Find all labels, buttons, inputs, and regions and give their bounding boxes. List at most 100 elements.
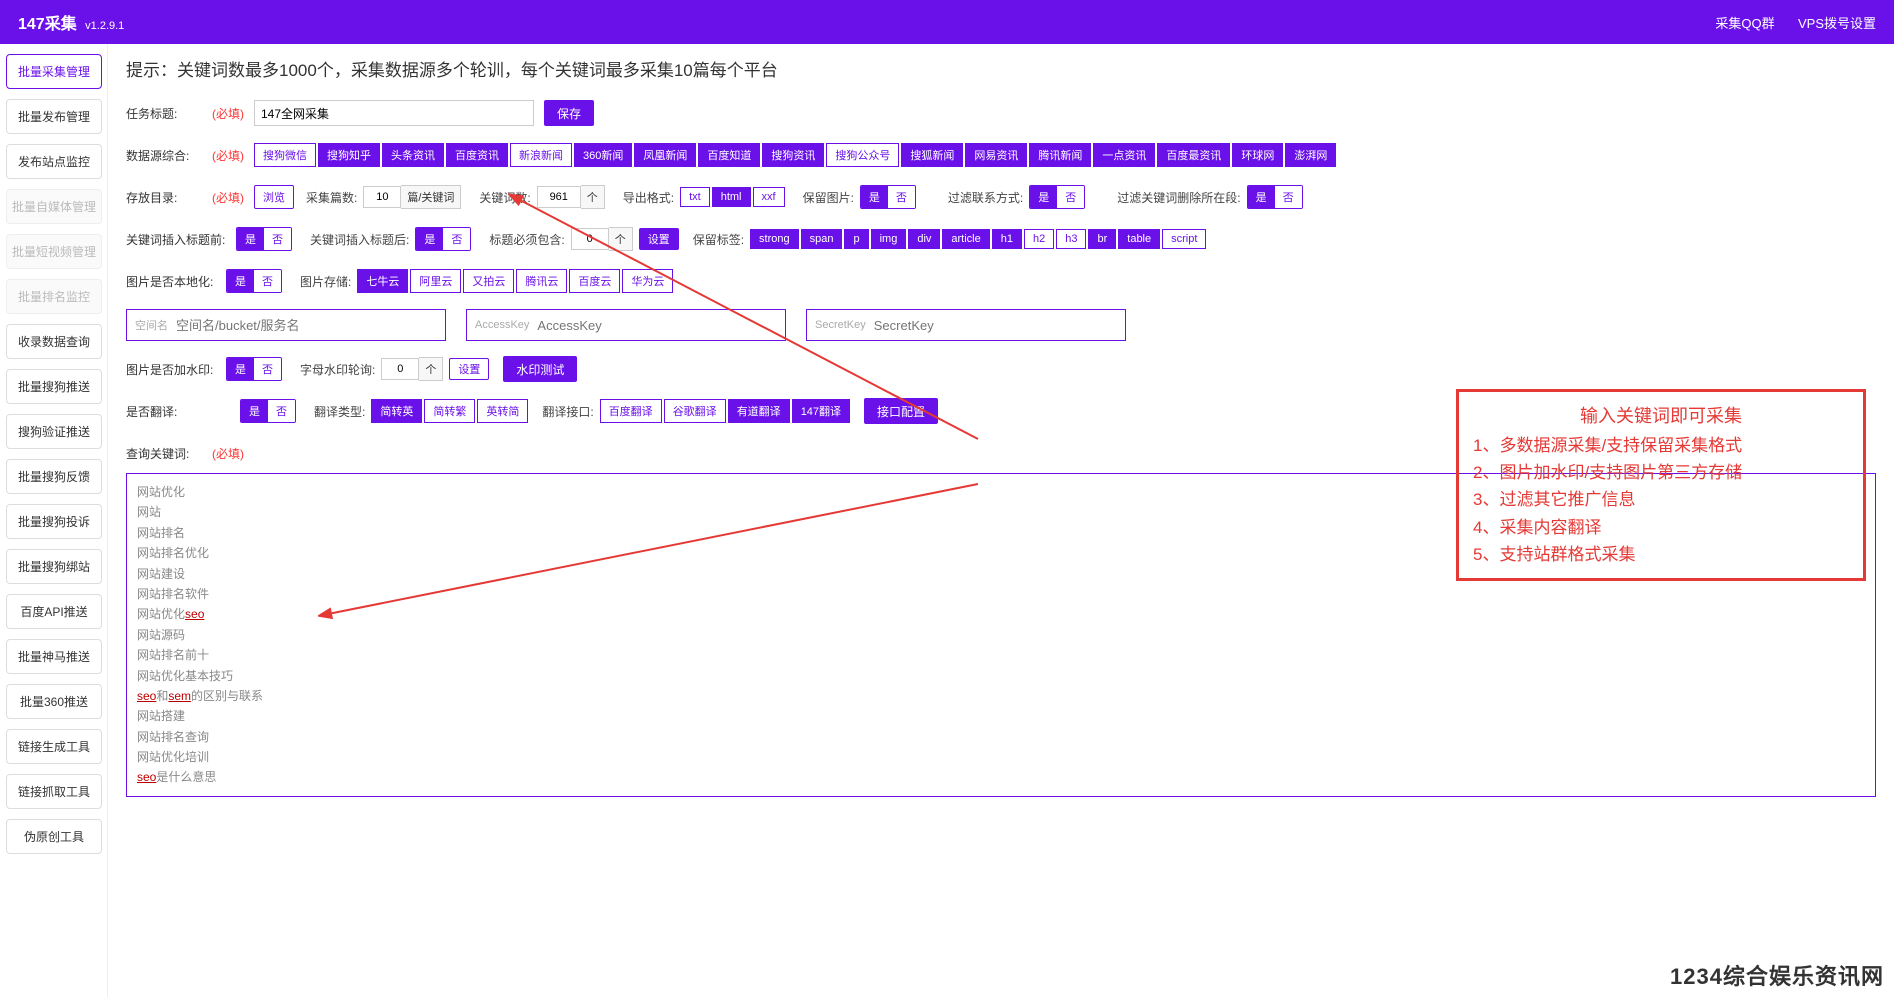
export-tag-1[interactable]: html: [712, 187, 751, 207]
source-tag-7[interactable]: 百度知道: [698, 143, 760, 167]
transapi-tag-2[interactable]: 有道翻译: [728, 399, 790, 423]
source-tag-11[interactable]: 网易资讯: [965, 143, 1027, 167]
label-query-kw: 查询关键词:: [126, 445, 208, 462]
sidebar-item-11[interactable]: 批量搜狗绑站: [6, 549, 102, 584]
imgstore-tag-0[interactable]: 七牛云: [357, 269, 408, 293]
ak-input[interactable]: [537, 318, 777, 333]
sidebar-item-13[interactable]: 批量神马推送: [6, 639, 102, 674]
toggle-insert-before[interactable]: 是否: [236, 227, 292, 251]
topbar-right: 采集QQ群 VPS拨号设置: [1695, 13, 1876, 32]
keeptag-1[interactable]: span: [801, 229, 843, 249]
sidebar-item-16[interactable]: 链接抓取工具: [6, 774, 102, 809]
save-button[interactable]: 保存: [544, 100, 594, 126]
rotation-set[interactable]: 设置: [449, 358, 489, 380]
sidebar-item-17[interactable]: 伪原创工具: [6, 819, 102, 854]
keeptag-11[interactable]: script: [1162, 229, 1206, 249]
label-task-title: 任务标题:: [126, 105, 208, 122]
sidebar-item-10[interactable]: 批量搜狗投诉: [6, 504, 102, 539]
keyword-textarea[interactable]: 网站优化网站网站排名网站排名优化网站建设网站排名软件网站优化seo网站源码网站排…: [126, 473, 1876, 797]
export-tag-0[interactable]: txt: [680, 187, 710, 207]
source-tag-15[interactable]: 环球网: [1232, 143, 1283, 167]
count-input[interactable]: [363, 186, 401, 208]
kwcount-input[interactable]: [537, 186, 581, 208]
transtype-tag-2[interactable]: 英转简: [477, 399, 528, 423]
sidebar-item-0[interactable]: 批量采集管理: [6, 54, 102, 89]
transapi-tag-3[interactable]: 147翻译: [792, 399, 850, 423]
transtype-tag-0[interactable]: 简转英: [371, 399, 422, 423]
source-tag-1[interactable]: 搜狗知乎: [318, 143, 380, 167]
imgstore-tag-4[interactable]: 百度云: [569, 269, 620, 293]
toggle-insert-after[interactable]: 是否: [415, 227, 471, 251]
sk-input[interactable]: [874, 318, 1117, 333]
source-tag-9[interactable]: 搜狗公众号: [826, 143, 899, 167]
label-img-local: 图片是否本地化:: [126, 273, 226, 290]
sk-input-wrap[interactable]: SecretKey: [806, 309, 1126, 341]
source-tag-3[interactable]: 百度资讯: [446, 143, 508, 167]
sidebar-item-8[interactable]: 搜狗验证推送: [6, 414, 102, 449]
sidebar-item-1[interactable]: 批量发布管理: [6, 99, 102, 134]
source-tag-10[interactable]: 搜狐新闻: [901, 143, 963, 167]
keeptag-2[interactable]: p: [844, 229, 868, 249]
export-tag-2[interactable]: xxf: [753, 187, 785, 207]
sidebar-item-14[interactable]: 批量360推送: [6, 684, 102, 719]
toggle-watermark[interactable]: 是否: [226, 357, 282, 381]
label-filterkw: 过滤关键词删除所在段:: [1117, 189, 1240, 206]
label-rotation: 字母水印轮询:: [300, 361, 375, 378]
sidebar-item-7[interactable]: 批量搜狗推送: [6, 369, 102, 404]
watermark-test[interactable]: 水印测试: [503, 356, 577, 382]
source-tag-0[interactable]: 搜狗微信: [254, 143, 316, 167]
count-unit: 篇/关键词: [401, 185, 461, 209]
keeptag-9[interactable]: br: [1088, 229, 1116, 249]
keeptag-5[interactable]: article: [942, 229, 989, 249]
ak-input-wrap[interactable]: AccessKey: [466, 309, 786, 341]
label-title-must: 标题必须包含:: [489, 231, 564, 248]
toggle-filtercontact[interactable]: 是否: [1029, 185, 1085, 209]
sidebar-item-6[interactable]: 收录数据查询: [6, 324, 102, 359]
transapi-tag-1[interactable]: 谷歌翻译: [664, 399, 726, 423]
title-must-input[interactable]: [571, 228, 609, 250]
source-tag-8[interactable]: 搜狗资讯: [762, 143, 824, 167]
keeptag-7[interactable]: h2: [1024, 229, 1054, 249]
sidebar-item-15[interactable]: 链接生成工具: [6, 729, 102, 764]
source-tag-16[interactable]: 澎湃网: [1285, 143, 1336, 167]
source-tag-12[interactable]: 腾讯新闻: [1029, 143, 1091, 167]
keeptag-8[interactable]: h3: [1056, 229, 1086, 249]
api-config-button[interactable]: 接口配置: [864, 398, 938, 424]
toggle-img-local[interactable]: 是否: [226, 269, 282, 293]
transtype-tag-1[interactable]: 简转繁: [424, 399, 475, 423]
browse-button[interactable]: 浏览: [254, 185, 294, 209]
imgstore-tag-1[interactable]: 阿里云: [410, 269, 461, 293]
title-must-set[interactable]: 设置: [639, 228, 679, 250]
space-input-wrap[interactable]: 空间名: [126, 309, 446, 341]
source-tag-6[interactable]: 凤凰新闻: [634, 143, 696, 167]
keeptag-3[interactable]: img: [871, 229, 907, 249]
toggle-filterkw[interactable]: 是否: [1247, 185, 1303, 209]
label-keepimg: 保留图片:: [803, 189, 854, 206]
keeptag-0[interactable]: strong: [750, 229, 799, 249]
task-title-input[interactable]: [254, 100, 534, 126]
link-vps[interactable]: VPS拨号设置: [1798, 16, 1876, 31]
imgstore-tag-2[interactable]: 又拍云: [463, 269, 514, 293]
sidebar-item-2[interactable]: 发布站点监控: [6, 144, 102, 179]
rotation-input[interactable]: [381, 358, 419, 380]
source-tag-4[interactable]: 新浪新闻: [510, 143, 572, 167]
sidebar-item-9[interactable]: 批量搜狗反馈: [6, 459, 102, 494]
source-tag-13[interactable]: 一点资讯: [1093, 143, 1155, 167]
sidebar-item-12[interactable]: 百度API推送: [6, 594, 102, 629]
rotation-unit: 个: [419, 357, 443, 381]
imgstore-tag-5[interactable]: 华为云: [622, 269, 673, 293]
keeptag-6[interactable]: h1: [992, 229, 1022, 249]
label-img-store: 图片存储:: [300, 273, 351, 290]
link-qq[interactable]: 采集QQ群: [1715, 16, 1774, 31]
toggle-translate[interactable]: 是否: [240, 399, 296, 423]
keeptag-4[interactable]: div: [908, 229, 940, 249]
keeptag-10[interactable]: table: [1118, 229, 1160, 249]
transapi-tag-0[interactable]: 百度翻译: [600, 399, 662, 423]
toggle-keepimg[interactable]: 是否: [860, 185, 916, 209]
source-tag-14[interactable]: 百度最资讯: [1157, 143, 1230, 167]
space-input[interactable]: [176, 318, 437, 333]
source-tag-5[interactable]: 360新闻: [574, 143, 632, 167]
source-tag-2[interactable]: 头条资讯: [382, 143, 444, 167]
source-tags: 搜狗微信搜狗知乎头条资讯百度资讯新浪新闻360新闻凤凰新闻百度知道搜狗资讯搜狗公…: [254, 143, 1336, 167]
imgstore-tag-3[interactable]: 腾讯云: [516, 269, 567, 293]
